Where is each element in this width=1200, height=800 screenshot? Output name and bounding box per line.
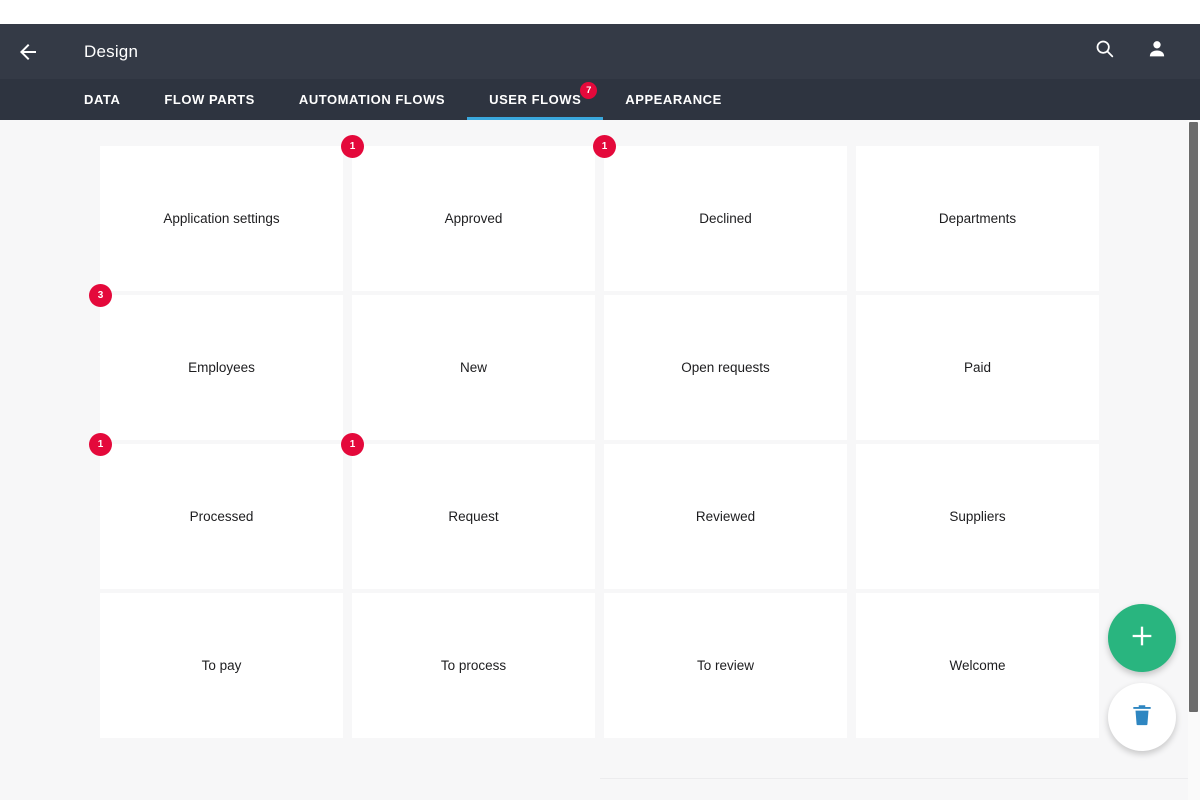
tab-label: FLOW PARTS — [164, 92, 255, 107]
app-bar-actions — [1088, 35, 1200, 69]
card-label: Suppliers — [949, 508, 1006, 524]
tab-badge: 7 — [580, 82, 598, 99]
user-flow-card[interactable]: To process — [352, 593, 595, 738]
user-flow-card[interactable]: New — [352, 295, 595, 440]
card-label: Approved — [444, 210, 503, 226]
search-icon — [1094, 38, 1116, 65]
tab-label: APPEARANCE — [625, 92, 722, 107]
search-button[interactable] — [1088, 35, 1122, 69]
user-flow-card[interactable]: To review — [604, 593, 847, 738]
card-label: New — [459, 359, 487, 375]
plus-icon — [1128, 622, 1156, 655]
card-label: Employees — [188, 359, 255, 375]
card-label: Welcome — [949, 657, 1006, 673]
person-icon — [1146, 38, 1168, 65]
user-flow-card[interactable]: 1 Declined — [593, 135, 847, 291]
content-area: Application settings 1 Approved 1 Declined De… — [0, 120, 1200, 800]
card-label: Declined — [699, 210, 752, 226]
card-label: To process — [440, 657, 507, 673]
user-flow-card[interactable]: Application settings — [100, 146, 343, 291]
account-button[interactable] — [1140, 35, 1174, 69]
app-bar: Design — [0, 24, 1200, 79]
user-flow-card[interactable]: Departments — [856, 146, 1099, 291]
top-white-strip — [0, 0, 1200, 24]
card-label: To review — [696, 657, 755, 673]
card-label: Departments — [938, 210, 1017, 226]
tab-user-flows[interactable]: USER FLOWS 7 — [467, 79, 604, 120]
card-label: To pay — [201, 657, 242, 673]
card-label: Application settings — [163, 210, 280, 226]
card-badge: 1 — [341, 135, 364, 158]
page-title: Design — [84, 41, 139, 61]
app-root: Design DATA FLOW PARTS AUTOMATION FLOWS … — [0, 0, 1200, 800]
bottom-divider — [600, 778, 1200, 779]
card-label: Request — [448, 508, 499, 524]
user-flow-card[interactable]: 1 Approved — [341, 135, 595, 291]
delete-flow-button[interactable] — [1108, 683, 1176, 751]
card-badge: 3 — [89, 284, 112, 307]
user-flows-grid: Application settings 1 Approved 1 Declined De… — [89, 135, 1104, 738]
user-flow-card[interactable]: To pay — [100, 593, 343, 738]
card-label: Processed — [189, 508, 254, 524]
vertical-scrollbar-thumb[interactable] — [1189, 122, 1198, 712]
user-flow-card[interactable]: Open requests — [604, 295, 847, 440]
trash-icon — [1129, 702, 1155, 733]
card-label: Open requests — [681, 359, 770, 375]
card-label: Paid — [963, 359, 992, 375]
user-flow-card[interactable]: 1 Processed — [89, 433, 343, 589]
tab-data[interactable]: DATA — [62, 79, 142, 120]
user-flow-card[interactable]: Paid — [856, 295, 1099, 440]
card-label: Reviewed — [695, 508, 756, 524]
tab-label: AUTOMATION FLOWS — [298, 92, 446, 107]
arrow-left-icon — [16, 40, 40, 64]
tab-label: USER FLOWS — [489, 92, 582, 107]
user-flow-card[interactable]: 3 Employees — [89, 284, 343, 440]
tab-flow-parts[interactable]: FLOW PARTS — [142, 79, 276, 120]
card-badge: 1 — [341, 433, 364, 456]
user-flow-card[interactable]: Suppliers — [856, 444, 1099, 589]
card-badge: 1 — [593, 135, 616, 158]
add-flow-button[interactable] — [1108, 604, 1176, 672]
tab-label: DATA — [84, 92, 121, 107]
tab-appearance[interactable]: APPEARANCE — [603, 79, 744, 120]
tab-automation-flows[interactable]: AUTOMATION FLOWS — [277, 79, 467, 120]
tab-bar: DATA FLOW PARTS AUTOMATION FLOWS USER FLOWS… — [0, 79, 1200, 120]
user-flow-card[interactable]: Welcome — [856, 593, 1099, 738]
user-flow-card[interactable]: Reviewed — [604, 444, 847, 589]
back-button[interactable] — [0, 24, 56, 79]
user-flow-card[interactable]: 1 Request — [341, 433, 595, 589]
card-badge: 1 — [89, 433, 112, 456]
